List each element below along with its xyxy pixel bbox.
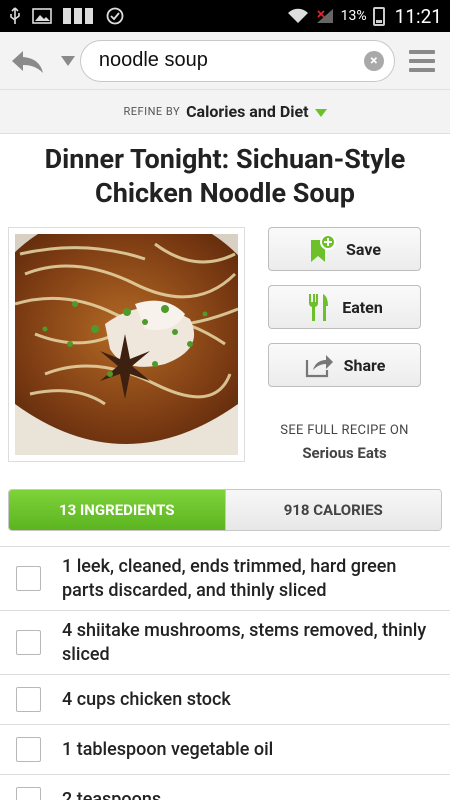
image-icon (32, 8, 52, 24)
back-button[interactable] (0, 32, 55, 90)
list-item[interactable]: 4 shiitake mushrooms, stems removed, thi… (0, 611, 450, 675)
see-full-recipe-label: SEE FULL RECIPE ON (280, 423, 409, 438)
bookmark-plus-icon (311, 234, 337, 262)
share-icon (305, 355, 333, 378)
eaten-label: Eaten (342, 297, 383, 317)
save-label: Save (346, 239, 381, 259)
list-item[interactable]: 4 cups chicken stock (0, 675, 450, 725)
back-icon (11, 50, 43, 73)
recipe-hero: Save Eaten Share SEE FULL RECIPE ON Seri… (0, 210, 450, 462)
menu-icon (409, 49, 436, 54)
recipe-title: Dinner Tonight: Sichuan-Style Chicken No… (44, 143, 406, 209)
share-button[interactable]: Share (268, 343, 421, 387)
dropdown-icon (60, 55, 75, 66)
menu-button[interactable] (395, 49, 450, 72)
clock: 11:21 (394, 4, 442, 28)
refine-prefix: REFINE BY (123, 105, 181, 118)
clear-icon[interactable]: × (363, 50, 384, 71)
source-name: Serious Eats (302, 444, 387, 462)
battery-icon (372, 6, 385, 26)
ingredient-text: 4 shiitake mushrooms, stems removed, thi… (62, 619, 427, 665)
ingredient-checkbox[interactable] (16, 630, 41, 655)
wifi-icon (287, 8, 308, 23)
ingredient-text: 1 leek, cleaned, ends trimmed, hard gree… (62, 555, 397, 601)
eaten-button[interactable]: Eaten (268, 285, 421, 329)
info-tabs: 13 INGREDIENTS 918 CALORIES (8, 489, 442, 531)
list-item[interactable]: 1 tablespoon vegetable oil (0, 725, 450, 775)
ingredient-checkbox[interactable] (16, 566, 41, 591)
status-bar: 13% 11:21 (0, 0, 450, 32)
ingredient-checkbox[interactable] (16, 687, 41, 712)
recipe-actions: Save Eaten Share SEE FULL RECIPE ON Seri… (268, 227, 421, 462)
fork-knife-icon (309, 294, 329, 321)
sd-card-icon (63, 8, 93, 24)
usb-icon (10, 7, 20, 24)
tab-calories[interactable]: 918 CALORIES (224, 490, 441, 530)
save-button[interactable]: Save (268, 227, 421, 271)
toolbar: × (0, 32, 450, 90)
battery-percent: 13% (340, 8, 367, 24)
refine-value: Calories and Diet (186, 102, 309, 121)
refine-bar[interactable]: REFINE BY Calories and Diet (0, 90, 450, 134)
search-box: × (79, 39, 395, 82)
ingredient-text: 1 tablespoon vegetable oil (62, 738, 274, 760)
check-circle-icon (106, 7, 124, 25)
search-input[interactable] (98, 49, 364, 72)
recipe-photo (8, 227, 245, 462)
refine-dropdown-icon (314, 108, 327, 117)
search-dropdown[interactable] (55, 55, 80, 67)
ingredient-list: 1 leek, cleaned, ends trimmed, hard gree… (0, 546, 450, 800)
list-item[interactable]: 1 leek, cleaned, ends trimmed, hard gree… (0, 547, 450, 611)
list-item[interactable]: 2 teaspoons (0, 775, 450, 800)
tab-ingredients[interactable]: 13 INGREDIENTS (9, 490, 225, 530)
share-label: Share (343, 355, 386, 375)
signal-icon (316, 9, 333, 23)
ingredient-text: 2 teaspoons (62, 788, 162, 800)
ingredient-checkbox[interactable] (16, 737, 41, 762)
soup-image (15, 234, 238, 455)
source-link[interactable]: SEE FULL RECIPE ON Serious Eats (268, 423, 421, 462)
ingredient-text: 4 cups chicken stock (62, 688, 231, 710)
ingredient-checkbox[interactable] (16, 787, 41, 800)
